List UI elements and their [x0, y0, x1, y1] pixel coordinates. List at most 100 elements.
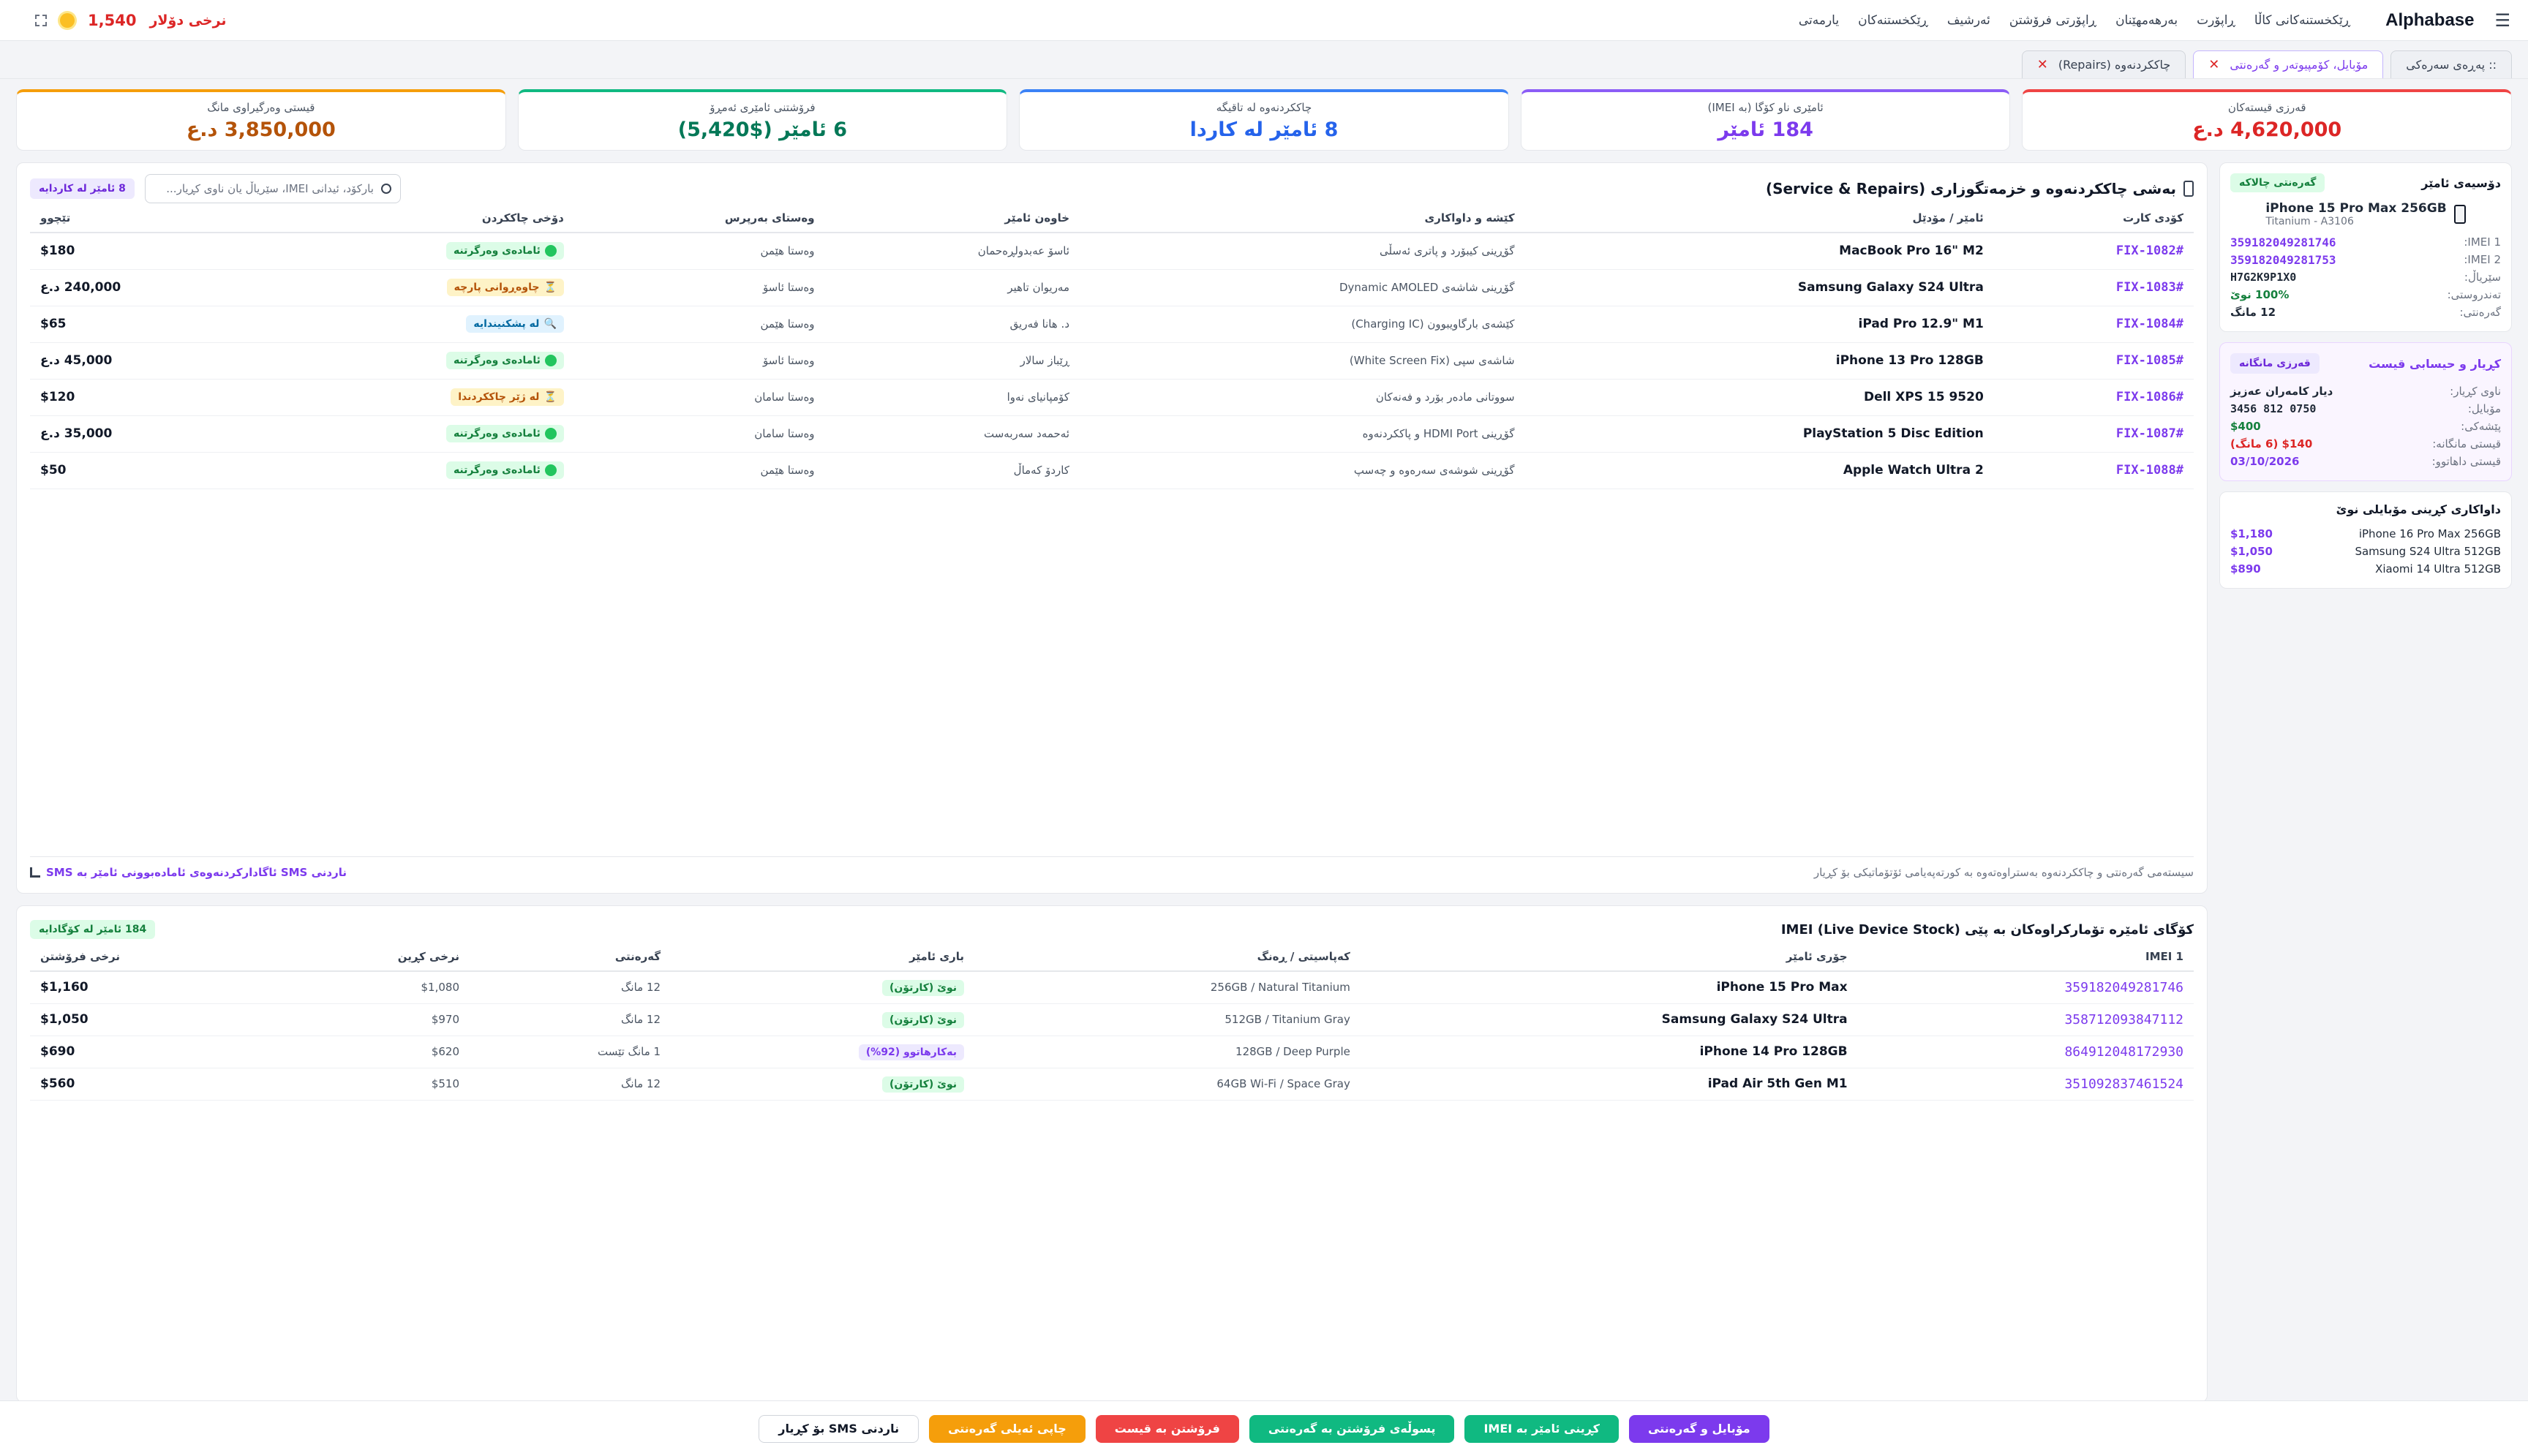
action-button[interactable]: پسوڵەی فرۆشتن بە گەرەنتی [1249, 1414, 1455, 1443]
column-header[interactable]: گەرەنتی [470, 943, 672, 972]
repair-code[interactable]: #FIX-1082 [1993, 233, 2194, 270]
imei-number[interactable]: 864912048172930 [1857, 1036, 2194, 1068]
imei-number[interactable]: 359182049281746 [1857, 971, 2194, 1004]
tab-home[interactable]: :: پەڕەی سەرەکی [2390, 50, 2512, 78]
device-file-card: دۆسیەی ئامێر گەرەنتی چالاکە iPhone 15 Pr… [2219, 162, 2512, 332]
send-sms-link[interactable]: ناردنی SMS ئاگادارکردنەوەی ئامادەبوونی ئ… [30, 866, 347, 879]
action-button[interactable]: کڕینی ئامێر بە IMEI [1464, 1414, 1619, 1443]
fullscreen-icon[interactable] [35, 14, 47, 26]
theme-toggle-sun-icon[interactable] [60, 12, 75, 28]
table-row[interactable]: #FIX-1083 Samsung Galaxy S24 Ultra گۆڕینی … [30, 269, 2194, 306]
column-header[interactable]: کێشە و داواکاری [1080, 204, 1525, 233]
column-header[interactable]: خاوەن ئامێر [824, 204, 1080, 233]
table-row[interactable]: 351092837461524 iPad Air 5th Gen M1 64GB W… [30, 1068, 2194, 1101]
action-button[interactable]: ناردنی SMS بۆ کڕیار [759, 1414, 919, 1443]
repair-code[interactable]: #FIX-1087 [1993, 415, 2194, 453]
imei-warranty: 12 مانگ [470, 1068, 672, 1101]
field-row: قیستی داهاتوو: 03/10/2026 [2230, 453, 2501, 470]
column-header[interactable]: تێچوو [30, 204, 260, 233]
status-badge[interactable]: ⏳ چاوەڕوانی پارچە [446, 279, 564, 296]
column-header[interactable]: کەپاسیتی / ڕەنگ [974, 943, 1361, 972]
repair-cost: $180 [30, 233, 260, 270]
tab-repairs[interactable]: چاککردنەوە (Repairs) ✕ [2021, 50, 2186, 78]
column-header[interactable]: دۆخی چاککردن [260, 204, 574, 233]
content-area: بەشی چاککردنەوە و خزمەتگوزاری (Service &… [16, 162, 2208, 1403]
close-tab-icon[interactable]: ✕ [2037, 57, 2048, 72]
repairs-table: کۆدی کارت ئامێر / مۆدێل کێشە و داواکاری … [30, 204, 2194, 489]
service-repairs-panel: بەشی چاککردنەوە و خزمەتگوزاری (Service &… [16, 162, 2208, 894]
nav-item[interactable]: ڕێکخستنەکانی کاڵا [2254, 13, 2350, 28]
imei-number[interactable]: 358712093847112 [1857, 1003, 2194, 1036]
table-row[interactable]: #FIX-1087 PlayStation 5 Disc Edition گۆڕین… [30, 415, 2194, 453]
table-row[interactable]: 864912048172930 iPhone 14 Pro 128GB 128GB … [30, 1036, 2194, 1068]
status-badge[interactable]: ئامادەی وەرگرتنە [445, 461, 564, 479]
repair-code[interactable]: #FIX-1088 [1993, 452, 2194, 489]
repair-technician: وەستا هێمن [573, 452, 825, 489]
repair-code[interactable]: #FIX-1083 [1993, 269, 2194, 306]
list-item[interactable]: Samsung S24 Ultra 512GB $1,050 [2230, 543, 2501, 560]
field-value: H7G2K9P1X0 [2230, 271, 2297, 284]
table-row[interactable]: #FIX-1088 Apple Watch Ultra 2 گۆڕینی شوشەی… [30, 452, 2194, 489]
search-icon [380, 184, 391, 194]
column-header[interactable]: IMEI 1 [1857, 943, 2194, 972]
hamburger-menu-icon[interactable]: ☰ [2494, 10, 2510, 31]
nav-item[interactable]: یارمەتی [1799, 13, 1839, 28]
repair-code[interactable]: #FIX-1086 [1993, 379, 2194, 416]
action-bar: مۆبایل و گەرەنتی کڕینی ئامێر بە IMEI پسوڵە… [0, 1400, 2528, 1456]
status-badge[interactable]: ئامادەی وەرگرتنە [445, 351, 564, 369]
column-header[interactable]: جۆری ئامێر [1360, 943, 1858, 972]
nav-item[interactable]: ئەرشیف [1947, 13, 1990, 28]
repairs-count-badge: 8 ئامێر لە کاردایە [30, 178, 135, 199]
repair-status-cell: ⏳ لە ژێر چاککردندا [260, 379, 574, 416]
repair-device: MacBook Pro 16" M2 [1524, 233, 1994, 270]
table-row[interactable]: #FIX-1084 iPad Pro 12.9" M1 کێشەی بارگاویب… [30, 306, 2194, 343]
imei-condition-cell: نوێ (کارتۆن) [671, 971, 974, 1004]
repair-code[interactable]: #FIX-1085 [1993, 342, 2194, 380]
table-row[interactable]: #FIX-1085 iPhone 13 Pro 128GB شاشەی سپی (W… [30, 342, 2194, 380]
imei-condition-cell: بەکارهاتوو (92%) [671, 1036, 974, 1068]
action-button[interactable]: چاپی ئەیلی گەرەنتی [929, 1414, 1086, 1443]
status-badge[interactable]: 🔍 لە پشکنیندایە [466, 315, 564, 333]
nav-item[interactable]: ڕاپۆرتی فرۆشتن [2009, 13, 2096, 28]
table-row[interactable]: #FIX-1082 MacBook Pro 16" M2 گۆڕینی کیبۆرد… [30, 233, 2194, 270]
magnifier-icon: 🔍 [543, 318, 557, 330]
column-header[interactable]: ئامێر / مۆدێل [1524, 204, 1994, 233]
field-row: مۆبایل: 0750 812 3456 [2230, 400, 2501, 418]
column-header[interactable]: وەستای بەرپرس [573, 204, 825, 233]
close-tab-icon[interactable]: ✕ [2208, 57, 2219, 72]
status-badge[interactable]: ئامادەی وەرگرتنە [445, 424, 564, 442]
tabs-row: :: پەڕەی سەرەکی مۆبایل، کۆمپیوتەر و گەرە… [0, 41, 2528, 79]
list-item[interactable]: iPhone 16 Pro Max 256GB $1,180 [2230, 525, 2501, 543]
nav-item[interactable]: ڕاپۆرت [2197, 13, 2235, 28]
brand-logo[interactable]: Alphabase [2385, 10, 2474, 31]
column-header[interactable]: باری ئامێر [671, 943, 974, 972]
repair-owner: کاردۆ کەماڵ [824, 452, 1080, 489]
nav-item[interactable]: بەرهەمهێنان [2115, 13, 2178, 28]
item-name: iPhone 16 Pro Max 256GB [2358, 527, 2501, 540]
action-button[interactable]: فرۆشتن بە قیست [1095, 1414, 1239, 1443]
table-row[interactable]: #FIX-1086 Dell XPS 15 9520 سووتانی مادەر ب… [30, 379, 2194, 416]
list-item[interactable]: Xiaomi 14 Ultra 512GB $890 [2230, 560, 2501, 578]
nav-item[interactable]: ڕێکخستنەکان [1858, 13, 1928, 28]
column-header[interactable]: نرخی کڕین [271, 943, 470, 972]
imei-table: IMEI 1 جۆری ئامێر کەپاسیتی / ڕەنگ باری ئ… [30, 943, 2194, 1101]
column-header[interactable]: نرخی فرۆشتن [30, 943, 272, 972]
repair-code[interactable]: #FIX-1084 [1993, 306, 2194, 343]
new-phone-requests-card: داواکاری کڕینی مۆبایلی نوێ iPhone 16 Pro… [2219, 491, 2512, 589]
repair-owner: مەریوان تاهیر [824, 269, 1080, 306]
field-key: گەرەنتی: [2459, 306, 2501, 319]
condition-badge: نوێ (کارتۆن) [882, 980, 964, 997]
action-button[interactable]: مۆبایل و گەرەنتی [1628, 1414, 1769, 1443]
service-title-text: بەشی چاککردنەوە و خزمەتگوزاری (Service &… [1765, 180, 2176, 197]
column-header[interactable]: کۆدی کارت [1993, 204, 2194, 233]
ready-dot-icon [544, 244, 557, 257]
table-row[interactable]: 358712093847112 Samsung Galaxy S24 Ultra 5… [30, 1003, 2194, 1036]
table-row[interactable]: 359182049281746 iPhone 15 Pro Max 256GB / … [30, 971, 2194, 1004]
imei-number[interactable]: 351092837461524 [1857, 1068, 2194, 1101]
item-name: Samsung S24 Ultra 512GB [2355, 545, 2501, 558]
field-key: IMEI 1: [2464, 235, 2501, 249]
tab-mobile-warranty[interactable]: مۆبایل، کۆمپیوتەر و گەرەنتی ✕ [2193, 50, 2384, 78]
status-badge[interactable]: ⏳ لە ژێر چاککردندا [451, 388, 564, 406]
repair-search-input[interactable]: بارکۆد، ئیدانی IMEI، سێریاڵ یان ناوی کڕی… [144, 174, 401, 203]
status-badge[interactable]: ئامادەی وەرگرتنە [445, 241, 564, 260]
